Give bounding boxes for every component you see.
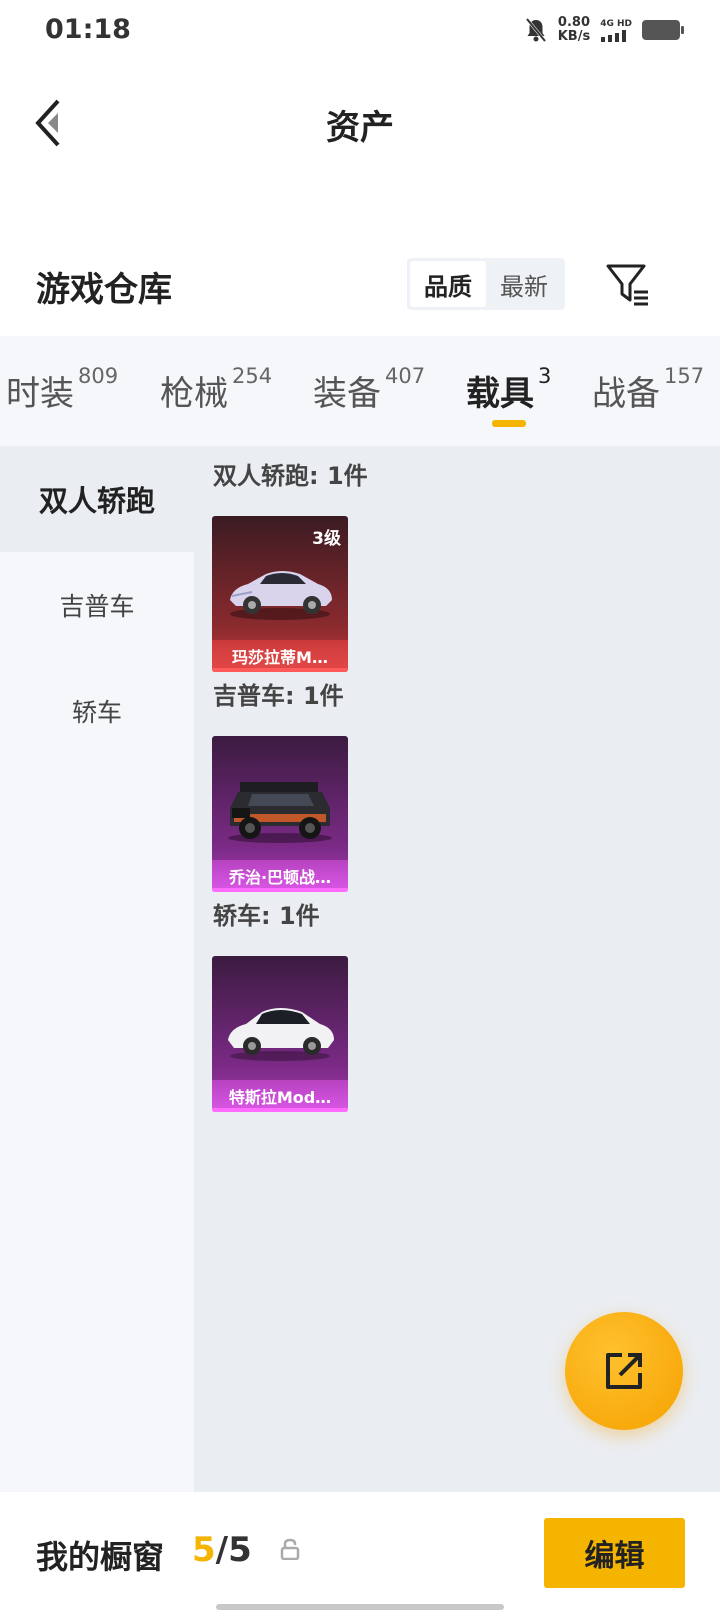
net-speed: 0.80 KB/s — [558, 16, 590, 44]
tab-label: 枪械 — [160, 374, 228, 414]
sidebar-item-jeep[interactable]: 吉普车 — [0, 552, 194, 658]
status-icons: 0.80 KB/s 4G HD — [524, 16, 684, 44]
signal-icon — [601, 29, 627, 42]
sidebar-item-coupe[interactable]: 双人轿跑 — [0, 446, 194, 552]
active-tab-indicator — [492, 420, 526, 427]
sort-quality-button[interactable]: 品质 — [410, 261, 486, 307]
category-tabs: 时装 809 枪械 254 装备 407 载具 3 战备 157 — [0, 336, 720, 446]
tab-label: 装备 — [313, 374, 381, 414]
mute-bell-icon — [525, 18, 546, 42]
tab-count: 407 — [385, 364, 426, 388]
group-title-sedan: 轿车: 1件 — [213, 902, 320, 930]
section-title: 游戏仓库 — [36, 270, 172, 310]
sports-car-icon — [230, 571, 332, 620]
lock-icon — [280, 1538, 300, 1560]
tab-battle-gear[interactable]: 战备 157 — [592, 364, 705, 415]
showcase-count-current: 5 — [192, 1530, 216, 1570]
sedan-car-icon — [228, 1008, 334, 1061]
section-header: 游戏仓库 品质 最新 — [0, 250, 720, 330]
rarity-line — [212, 888, 348, 892]
filter-button[interactable] — [604, 260, 652, 308]
group-title-jeep: 吉普车: 1件 — [213, 682, 344, 710]
battery-icon — [642, 20, 684, 40]
item-level: 3级 — [312, 529, 341, 549]
group-title-coupe: 双人轿跑: 1件 — [213, 462, 368, 490]
tab-fashion[interactable]: 时装 809 — [6, 364, 119, 415]
tab-count: 809 — [78, 364, 119, 388]
showcase-bar: 我的橱窗 5/5 编辑 — [0, 1492, 720, 1612]
sidebar-item-sedan[interactable]: 轿车 — [0, 658, 194, 764]
tab-label: 战备 — [592, 374, 660, 414]
showcase-count-separator: / — [215, 1530, 229, 1570]
tab-guns[interactable]: 枪械 254 — [160, 364, 273, 415]
sort-newest-button[interactable]: 最新 — [486, 261, 562, 307]
share-icon — [606, 1353, 642, 1389]
tab-vehicles[interactable]: 载具 3 — [466, 364, 552, 415]
network-type: 4G HD — [600, 19, 632, 42]
tab-label: 载具 — [466, 374, 534, 414]
showcase-count-max: 5 — [228, 1530, 252, 1570]
item-card-patton[interactable]: 乔治·巴顿战… — [212, 736, 348, 892]
rarity-line — [212, 1108, 348, 1112]
network-type-label: 4G HD — [600, 18, 632, 29]
showcase-count: 5/5 — [192, 1530, 252, 1570]
tab-count: 254 — [232, 364, 273, 388]
status-time: 01:18 — [45, 14, 131, 45]
tab-equipment[interactable]: 装备 407 — [313, 364, 426, 415]
share-button[interactable] — [565, 1312, 683, 1430]
net-speed-unit: KB/s — [557, 29, 591, 44]
edit-button[interactable]: 编辑 — [544, 1518, 685, 1588]
offroad-truck-icon — [228, 782, 332, 843]
tab-label: 时装 — [6, 374, 74, 414]
subcategory-sidebar: 双人轿跑 吉普车 轿车 — [0, 446, 194, 1492]
filter-icon — [606, 264, 648, 306]
tab-count: 3 — [538, 364, 552, 388]
header: 资产 — [0, 60, 720, 190]
item-card-tesla[interactable]: 特斯拉Mod… — [212, 956, 348, 1112]
rarity-line — [212, 668, 348, 672]
home-indicator[interactable] — [216, 1604, 504, 1610]
status-bar: 01:18 0.80 KB/s 4G HD — [0, 0, 720, 60]
net-speed-value: 0.80 — [557, 15, 590, 30]
sort-toggle: 品质 最新 — [407, 258, 565, 310]
item-card-maserati[interactable]: 3级 玛莎拉蒂M… — [212, 516, 348, 672]
tab-count: 157 — [664, 364, 705, 388]
page-title: 资产 — [326, 108, 394, 148]
showcase-label: 我的橱窗 — [36, 1538, 165, 1576]
